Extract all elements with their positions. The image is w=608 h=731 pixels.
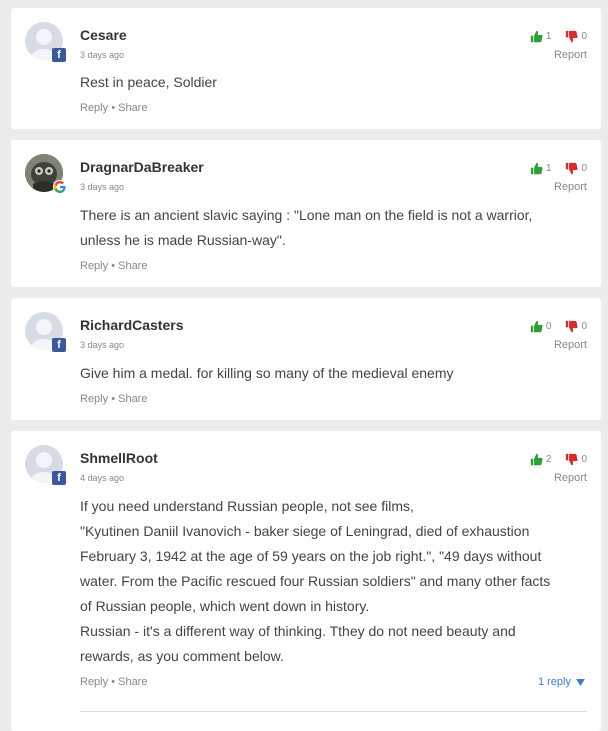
downvote-count: 0 — [581, 31, 587, 42]
comment-author[interactable]: RichardCasters — [80, 317, 184, 333]
comment-actions: Reply • Share — [80, 393, 147, 405]
facebook-icon: f — [52, 338, 66, 352]
separator-dot: • — [111, 102, 116, 114]
comment-time: 3 days ago — [80, 50, 125, 60]
facebook-icon: f — [52, 471, 66, 485]
comment-card: f RichardCasters 3 days ago 0 0 Report G… — [11, 298, 601, 420]
vote-controls: 1 0 — [530, 162, 587, 175]
comment-actions: Reply • Share — [80, 102, 147, 114]
upvote-count: 1 — [545, 163, 552, 174]
upvote-button[interactable]: 2 — [530, 453, 552, 466]
vote-controls: 2 0 — [530, 453, 587, 466]
comment-line: If you need understand Russian people, n… — [80, 498, 414, 514]
reply-link[interactable]: Reply — [80, 676, 108, 688]
comment-card: f Cesare 3 days ago 1 0 Report Rest in p… — [11, 8, 601, 129]
comment-line: Give him a medal. for killing so many of… — [80, 365, 454, 381]
thumb-down-icon — [566, 320, 578, 333]
google-icon — [53, 180, 66, 193]
share-link[interactable]: Share — [118, 676, 147, 688]
upvote-button[interactable]: 0 — [530, 320, 552, 333]
comment-card: DragnarDaBreaker 3 days ago 1 0 Report T… — [11, 140, 601, 287]
comment-line: unless he is made Russian-way". — [80, 232, 286, 248]
upvote-button[interactable]: 1 — [530, 162, 552, 175]
comment-actions: Reply • Share — [80, 676, 147, 688]
comment-card: f ShmellRoot 4 days ago 2 0 Report If yo… — [11, 431, 601, 731]
comment-time: 3 days ago — [80, 340, 125, 350]
upvote-count: 1 — [545, 31, 552, 42]
downvote-count: 0 — [581, 321, 587, 332]
comment-line: of Russian people, which went down in hi… — [80, 598, 370, 614]
comment-line: Rest in peace, Soldier — [80, 74, 217, 90]
downvote-button[interactable]: 0 — [565, 453, 587, 466]
comment-time: 4 days ago — [80, 473, 125, 483]
reply-link[interactable]: Reply — [80, 393, 108, 405]
comment-author[interactable]: Cesare — [80, 27, 127, 43]
upvote-button[interactable]: 1 — [530, 30, 552, 43]
downvote-button[interactable]: 0 — [565, 30, 587, 43]
thumb-down-icon — [566, 162, 578, 175]
reply-link[interactable]: Reply — [80, 260, 108, 272]
downvote-button[interactable]: 0 — [565, 320, 587, 333]
report-link[interactable]: Report — [554, 181, 587, 193]
thumb-up-icon — [530, 320, 543, 333]
comment-author[interactable]: ShmellRoot — [80, 450, 158, 466]
report-link[interactable]: Report — [554, 472, 587, 484]
vote-controls: 1 0 — [530, 30, 587, 43]
share-link[interactable]: Share — [118, 102, 147, 114]
comment-time: 3 days ago — [80, 182, 125, 192]
comment-line: Russian - it's a different way of thinki… — [80, 623, 516, 639]
comment-line: rewards, as you comment below. — [80, 648, 284, 664]
reply-link[interactable]: Reply — [80, 102, 108, 114]
separator-dot: • — [111, 260, 116, 272]
comment-line: "Kyutinen Daniil Ivanovich - baker siege… — [80, 523, 530, 539]
facebook-icon: f — [52, 48, 66, 62]
comment-line: February 3, 1942 at the age of 59 years … — [80, 548, 542, 564]
comment-body: Rest in peace, Soldier — [80, 70, 565, 95]
comment-author[interactable]: DragnarDaBreaker — [80, 159, 204, 175]
thumb-down-icon — [566, 30, 578, 43]
view-replies-button[interactable]: 1 reply — [538, 676, 585, 688]
downvote-count: 0 — [581, 454, 587, 465]
comment-line: There is an ancient slavic saying : "Lon… — [80, 207, 533, 223]
report-link[interactable]: Report — [554, 339, 587, 351]
comment-body: Give him a medal. for killing so many of… — [80, 361, 565, 386]
separator-dot: • — [111, 393, 116, 405]
replies-count: 1 reply — [537, 676, 571, 688]
report-link[interactable]: Report — [554, 49, 587, 61]
comment-body: If you need understand Russian people, n… — [80, 494, 565, 669]
share-link[interactable]: Share — [118, 260, 147, 272]
vote-controls: 0 0 — [530, 320, 587, 333]
downvote-count: 0 — [581, 163, 587, 174]
thumb-up-icon — [530, 453, 543, 466]
share-link[interactable]: Share — [118, 393, 147, 405]
upvote-count: 2 — [545, 454, 552, 465]
comment-line: water. From the Pacific rescued four Rus… — [80, 573, 551, 589]
thumb-down-icon — [566, 453, 578, 466]
downvote-button[interactable]: 0 — [565, 162, 587, 175]
thumb-up-icon — [530, 162, 543, 175]
chevron-down-icon — [576, 678, 585, 686]
thumb-up-icon — [530, 30, 543, 43]
comment-actions: Reply • Share — [80, 260, 147, 272]
comment-body: There is an ancient slavic saying : "Lon… — [80, 203, 565, 253]
divider — [80, 711, 587, 712]
separator-dot: • — [111, 676, 116, 688]
upvote-count: 0 — [545, 321, 552, 332]
